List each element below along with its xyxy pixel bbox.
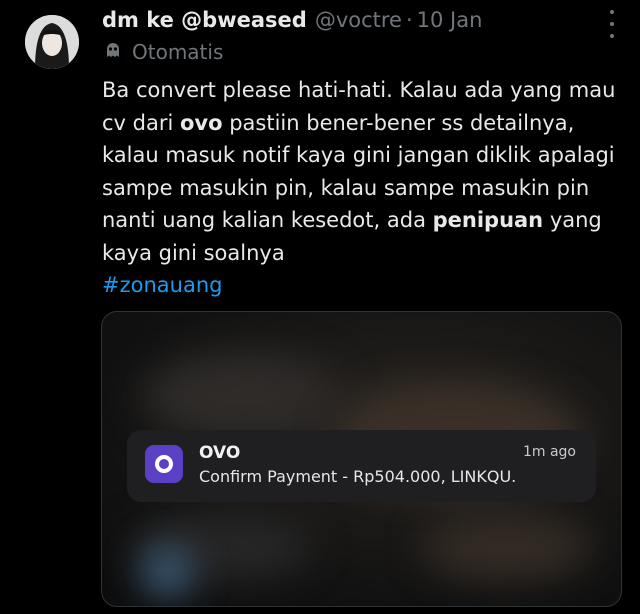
hashtag-link[interactable]: #zonauang bbox=[102, 273, 222, 297]
automated-label: Otomatis bbox=[132, 40, 224, 64]
more-dot bbox=[610, 34, 614, 38]
ovo-app-icon bbox=[145, 445, 183, 483]
tweet-text-bold: ovo bbox=[180, 110, 223, 135]
blurred-shape bbox=[142, 547, 192, 597]
automated-badge: Otomatis bbox=[102, 38, 223, 66]
notification-time: 1m ago bbox=[522, 444, 576, 460]
notification-app-name: OVO bbox=[199, 443, 241, 463]
separator-dot: · bbox=[405, 8, 413, 32]
display-name[interactable]: dm ke @bweased bbox=[102, 8, 307, 32]
tweet-text-bold: penipuan bbox=[432, 208, 544, 232]
avatar[interactable] bbox=[25, 15, 79, 69]
blurred-shape bbox=[422, 512, 592, 582]
tweet-text: Ba convert please hati-hati. Kalau ada y… bbox=[102, 74, 622, 302]
tweet-header: dm ke @bweased @voctre · 10 Jan bbox=[102, 4, 600, 36]
more-dot bbox=[610, 22, 614, 26]
more-dot bbox=[610, 10, 614, 14]
ovo-notification: OVO 1m ago Confirm Payment - Rp504.000, … bbox=[127, 430, 596, 502]
notification-body: Confirm Payment - Rp504.000, LINKQU. bbox=[199, 467, 517, 486]
more-options-icon[interactable] bbox=[602, 10, 622, 38]
ovo-ring-icon bbox=[155, 455, 173, 473]
bot-icon bbox=[102, 39, 124, 65]
tweet-date[interactable]: 10 Jan bbox=[417, 8, 483, 32]
user-handle[interactable]: @voctre bbox=[315, 8, 402, 32]
blurred-shape bbox=[142, 352, 342, 442]
